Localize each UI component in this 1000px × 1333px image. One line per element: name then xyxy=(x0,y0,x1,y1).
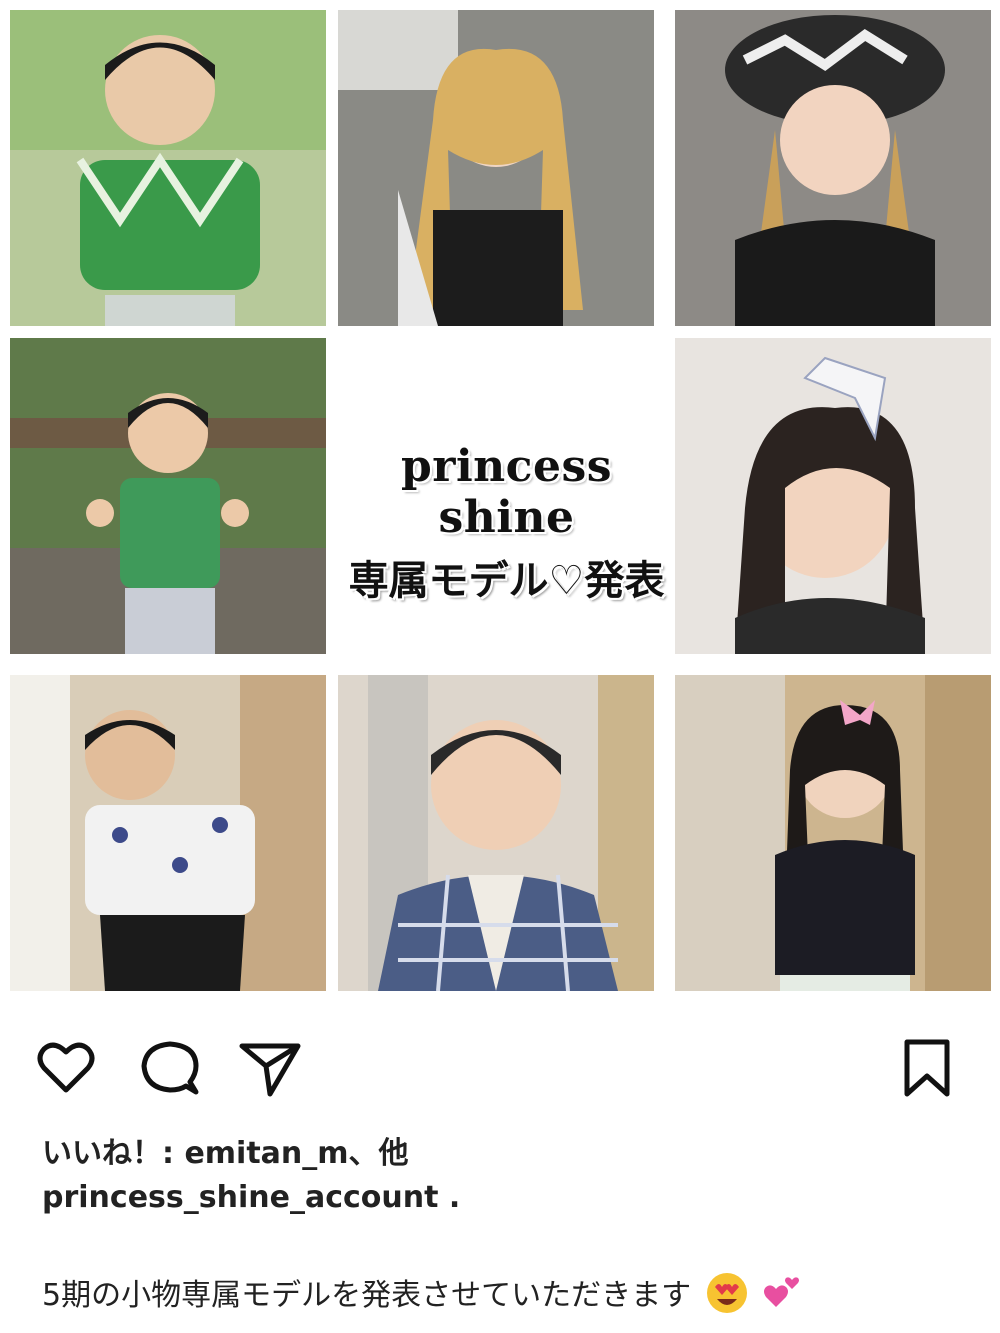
photo-placeholder xyxy=(10,675,326,991)
comment-icon[interactable] xyxy=(138,1036,202,1100)
account-username[interactable]: princess_shine_account . xyxy=(42,1180,460,1215)
post-actions-bar xyxy=(0,1030,1000,1110)
post-caption: 5期の小物専属モデルを発表させていただきます xyxy=(42,1270,802,1323)
photo-placeholder xyxy=(338,675,654,991)
two-hearts-emoji-icon xyxy=(762,1273,802,1321)
photo-placeholder xyxy=(675,338,991,654)
heart-icon[interactable] xyxy=(34,1036,98,1100)
post-image-collage[interactable]: princess shine 専属モデル♡発表 xyxy=(10,10,991,992)
model-photo-2 xyxy=(338,10,654,326)
heart-eyes-emoji-icon xyxy=(705,1271,749,1323)
photo-placeholder xyxy=(10,10,326,326)
post-title: princess shine xyxy=(401,441,612,543)
model-photo-7 xyxy=(10,675,326,991)
photo-placeholder xyxy=(10,338,326,654)
likes-summary[interactable]: いいね！: emitan_m、他 xyxy=(42,1128,409,1172)
title-card: princess shine 専属モデル♡発表 xyxy=(338,338,675,675)
paper-plane-icon[interactable] xyxy=(238,1036,302,1100)
caption-text: 5期の小物専属モデルを発表させていただきます xyxy=(42,1278,692,1313)
model-photo-1 xyxy=(10,10,326,326)
photo-placeholder xyxy=(675,10,991,326)
photo-placeholder xyxy=(675,675,991,991)
post-subtitle: 専属モデル♡発表 xyxy=(348,557,665,604)
model-photo-6 xyxy=(675,338,991,654)
model-photo-8 xyxy=(338,675,654,991)
model-photo-4 xyxy=(10,338,326,654)
model-photo-9 xyxy=(675,675,991,991)
photo-placeholder xyxy=(338,10,654,326)
bookmark-icon[interactable] xyxy=(895,1036,959,1100)
model-photo-3 xyxy=(675,10,991,326)
